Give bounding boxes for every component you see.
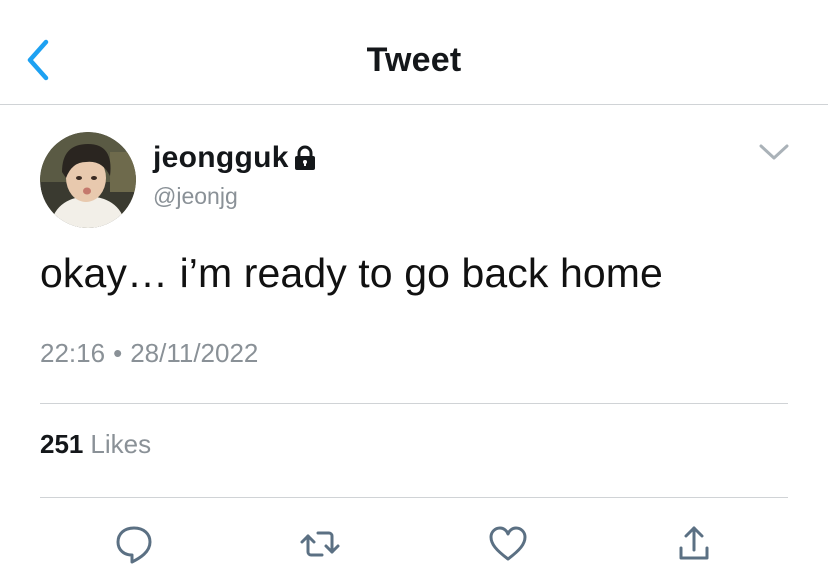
divider (40, 497, 788, 498)
top-bar: Tweet (0, 0, 828, 105)
tweet-timestamp: 22:16 • 28/11/2022 (40, 338, 258, 369)
likes-count: 251 (40, 429, 84, 459)
tweet-date: 28/11/2022 (130, 338, 259, 368)
separator-dot: • (113, 338, 123, 368)
tweet-options-button[interactable] (758, 141, 790, 163)
display-name-text: jeongguk (153, 141, 289, 174)
heart-icon (489, 526, 527, 561)
divider (40, 403, 788, 404)
retweet-button[interactable] (298, 522, 342, 566)
avatar[interactable] (40, 132, 136, 228)
profile-photo (40, 132, 136, 228)
like-button[interactable] (486, 522, 530, 566)
lock-icon (293, 145, 317, 171)
likes-label: Likes (90, 429, 152, 459)
reply-button[interactable] (112, 522, 156, 566)
tweet-time: 22:16 (40, 338, 106, 368)
page-title: Tweet (366, 41, 462, 79)
tweet-text: okay… i’m ready to go back home (40, 250, 663, 296)
chevron-down-icon (759, 144, 789, 160)
reply-icon (116, 526, 152, 564)
share-button[interactable] (672, 522, 716, 566)
author-handle[interactable]: @jeonjg (153, 183, 238, 210)
share-icon (679, 526, 709, 560)
retweet-icon (300, 531, 340, 557)
likes-stat[interactable]: 251 Likes (40, 429, 151, 460)
author-name[interactable]: jeongguk (153, 141, 317, 175)
